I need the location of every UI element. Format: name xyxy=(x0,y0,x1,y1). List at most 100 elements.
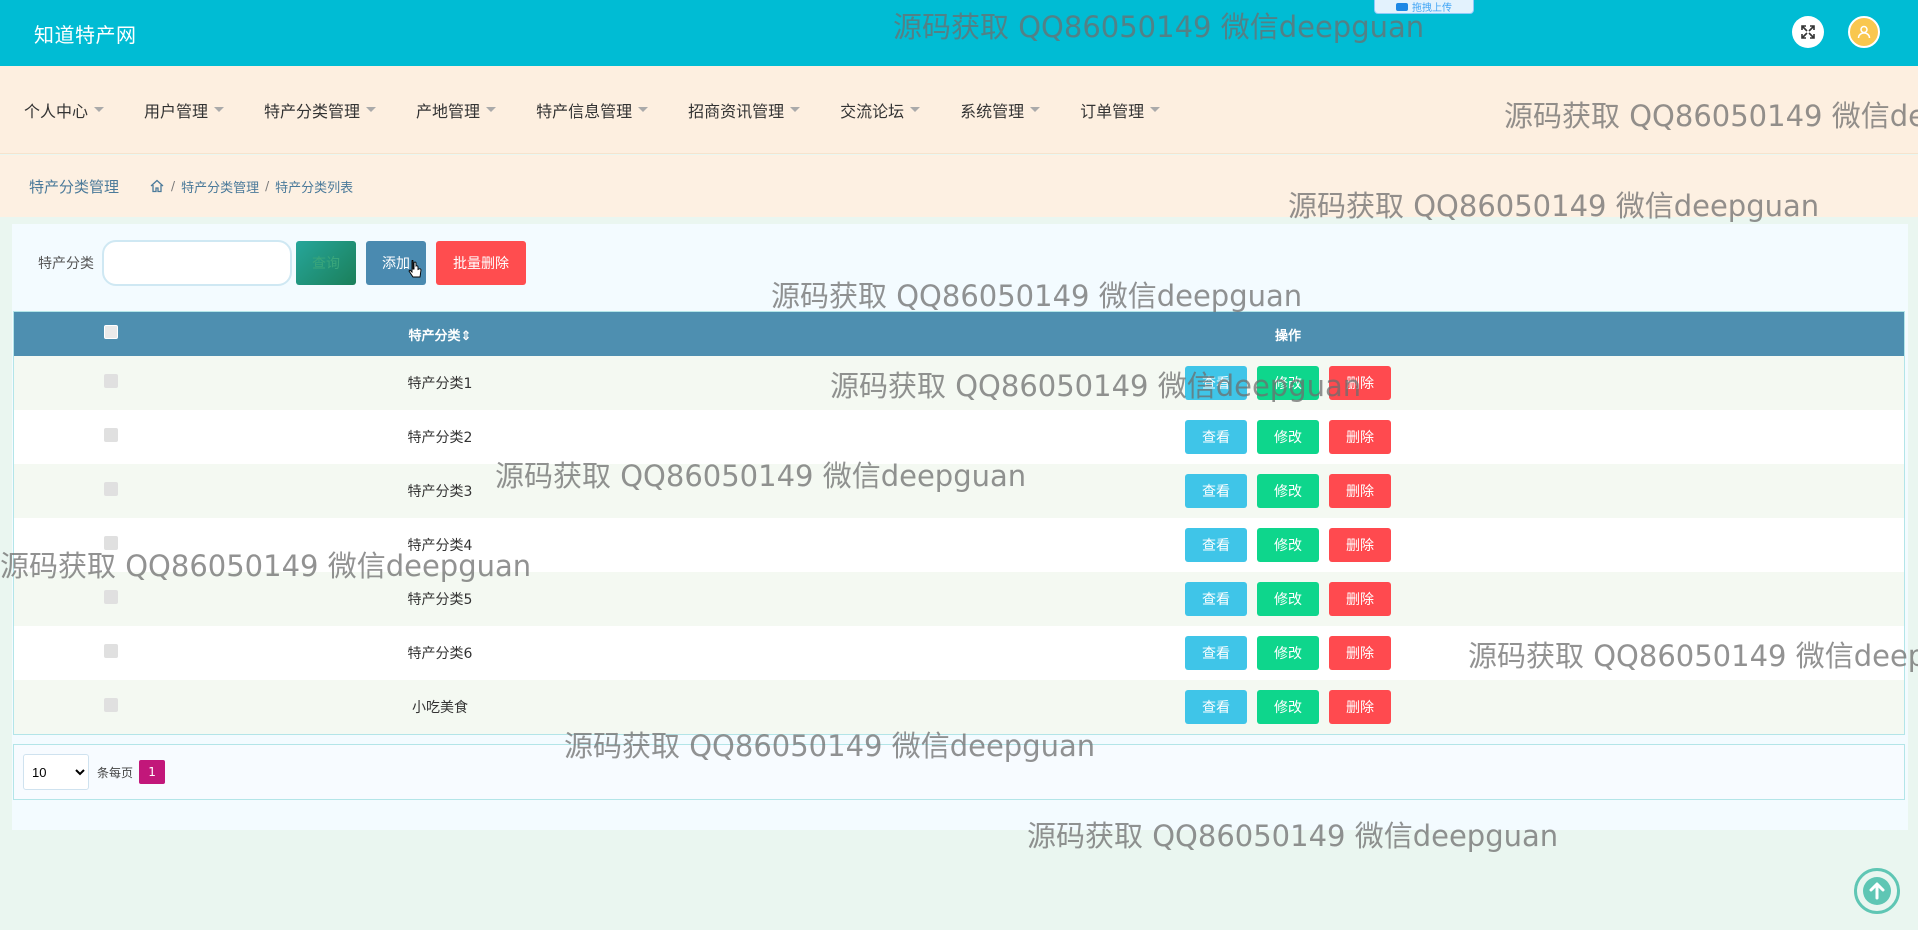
caret-down-icon xyxy=(790,107,801,112)
nav-item-personal-center[interactable]: 个人中心 xyxy=(24,98,105,122)
category-name: 特产分类1 xyxy=(407,376,473,392)
page-size-select[interactable]: 10 xyxy=(23,754,89,790)
view-button[interactable]: 查看 xyxy=(1185,636,1247,670)
view-button[interactable]: 查看 xyxy=(1185,528,1247,562)
select-all-cell xyxy=(14,312,208,356)
nav-item-label: 订单管理 xyxy=(1080,101,1145,121)
table-row: 小吃美食 查看 修改 删除 xyxy=(14,680,1904,734)
edit-button[interactable]: 修改 xyxy=(1257,474,1319,508)
row-checkbox[interactable] xyxy=(104,374,118,388)
edit-button[interactable]: 修改 xyxy=(1257,582,1319,616)
delete-button[interactable]: 删除 xyxy=(1329,528,1391,562)
row-actions: 查看 修改 删除 xyxy=(672,356,1904,410)
row-actions: 查看 修改 删除 xyxy=(672,572,1904,626)
caret-down-icon xyxy=(486,107,497,112)
caret-down-icon xyxy=(910,107,921,112)
nav-item-investment-news-management[interactable]: 招商资讯管理 xyxy=(688,98,801,122)
caret-down-icon xyxy=(366,107,377,112)
delete-button[interactable]: 删除 xyxy=(1329,420,1391,454)
caret-down-icon xyxy=(214,107,225,112)
main-nav: 个人中心 用户管理 特产分类管理 产地管理 特产信息管理 招商资讯管理 交流论坛… xyxy=(0,66,1918,154)
site-title: 知道特产网 xyxy=(34,22,137,47)
nav-item-label: 用户管理 xyxy=(144,101,209,121)
search-button[interactable]: 查询 xyxy=(296,241,356,285)
row-checkbox[interactable] xyxy=(104,644,118,658)
row-checkbox[interactable] xyxy=(104,428,118,442)
table-row: 特产分类2 查看 修改 删除 xyxy=(14,410,1904,464)
delete-button[interactable]: 删除 xyxy=(1329,366,1391,400)
category-name: 特产分类3 xyxy=(407,484,473,500)
top-bar: 知道特产网 拖拽上传 xyxy=(0,0,1918,66)
category-search-input[interactable] xyxy=(102,240,292,286)
nav-item-category-management[interactable]: 特产分类管理 xyxy=(264,98,377,122)
view-button[interactable]: 查看 xyxy=(1185,474,1247,508)
row-actions: 查看 修改 删除 xyxy=(672,464,1904,518)
column-header-actions: 操作 xyxy=(1274,328,1301,344)
delete-button[interactable]: 删除 xyxy=(1329,690,1391,724)
upload-tab[interactable]: 拖拽上传 xyxy=(1374,0,1474,14)
breadcrumb-current: 特产分类列表 xyxy=(275,180,354,196)
row-checkbox-cell xyxy=(14,626,208,680)
nav-item-system-management[interactable]: 系统管理 xyxy=(960,98,1041,122)
row-checkbox-cell xyxy=(14,680,208,734)
sort-icon: ⇕ xyxy=(460,328,472,344)
row-checkbox-cell xyxy=(14,356,208,410)
search-form: 特产分类 查询 添加 批量删除 xyxy=(38,238,526,288)
delete-button[interactable]: 删除 xyxy=(1329,582,1391,616)
home-icon[interactable] xyxy=(149,178,165,194)
user-avatar-button[interactable] xyxy=(1848,16,1880,48)
select-all-checkbox[interactable] xyxy=(104,325,118,339)
breadcrumb: 特产分类管理 / 特产分类管理 / 特产分类列表 xyxy=(0,155,1918,217)
page-number-current[interactable]: 1 xyxy=(139,760,166,784)
table-row: 特产分类1 查看 修改 删除 xyxy=(14,356,1904,410)
edit-button[interactable]: 修改 xyxy=(1257,366,1319,400)
delete-button[interactable]: 删除 xyxy=(1329,636,1391,670)
category-name: 特产分类6 xyxy=(407,646,473,662)
breadcrumb-link-category[interactable]: 特产分类管理 xyxy=(181,177,259,196)
caret-down-icon xyxy=(638,107,649,112)
nav-item-origin-management[interactable]: 产地管理 xyxy=(416,98,497,122)
row-checkbox[interactable] xyxy=(104,698,118,712)
view-button[interactable]: 查看 xyxy=(1185,420,1247,454)
edit-button[interactable]: 修改 xyxy=(1257,636,1319,670)
nav-item-product-info-management[interactable]: 特产信息管理 xyxy=(536,98,649,122)
edit-button[interactable]: 修改 xyxy=(1257,420,1319,454)
delete-button[interactable]: 删除 xyxy=(1329,474,1391,508)
row-checkbox-cell xyxy=(14,410,208,464)
nav-item-forum[interactable]: 交流论坛 xyxy=(840,98,921,122)
nav-item-label: 产地管理 xyxy=(416,101,481,121)
row-checkbox-cell xyxy=(14,572,208,626)
caret-down-icon xyxy=(94,107,105,112)
row-actions: 查看 修改 删除 xyxy=(672,626,1904,680)
view-button[interactable]: 查看 xyxy=(1185,366,1247,400)
table-row: 特产分类4 查看 修改 删除 xyxy=(14,518,1904,572)
breadcrumb-separator: / xyxy=(171,179,176,193)
row-checkbox[interactable] xyxy=(104,590,118,604)
nav-item-user-management[interactable]: 用户管理 xyxy=(144,98,225,122)
pagination: 10 条每页 1 xyxy=(13,744,1905,800)
arrow-up-icon xyxy=(1863,877,1891,905)
breadcrumb-separator: / xyxy=(265,179,270,193)
category-name: 特产分类5 xyxy=(407,592,473,608)
column-header-category[interactable]: 特产分类⇕ xyxy=(208,312,672,356)
category-name: 小吃美食 xyxy=(412,700,468,716)
topbar-actions xyxy=(1792,16,1880,48)
nav-item-label: 个人中心 xyxy=(24,101,89,121)
nav-item-order-management[interactable]: 订单管理 xyxy=(1080,98,1161,122)
upload-icon xyxy=(1396,2,1408,11)
nav-item-label: 交流论坛 xyxy=(840,101,905,121)
caret-down-icon xyxy=(1150,107,1161,112)
table-row: 特产分类5 查看 修改 删除 xyxy=(14,572,1904,626)
expand-icon xyxy=(1801,25,1815,39)
row-checkbox[interactable] xyxy=(104,536,118,550)
upload-tab-label: 拖拽上传 xyxy=(1412,3,1452,14)
fullscreen-button[interactable] xyxy=(1792,16,1824,48)
nav-item-label: 招商资讯管理 xyxy=(688,101,785,121)
edit-button[interactable]: 修改 xyxy=(1257,690,1319,724)
view-button[interactable]: 查看 xyxy=(1185,690,1247,724)
back-to-top-button[interactable] xyxy=(1854,868,1900,914)
edit-button[interactable]: 修改 xyxy=(1257,528,1319,562)
row-checkbox[interactable] xyxy=(104,482,118,496)
batch-delete-button[interactable]: 批量删除 xyxy=(436,241,526,285)
view-button[interactable]: 查看 xyxy=(1185,582,1247,616)
